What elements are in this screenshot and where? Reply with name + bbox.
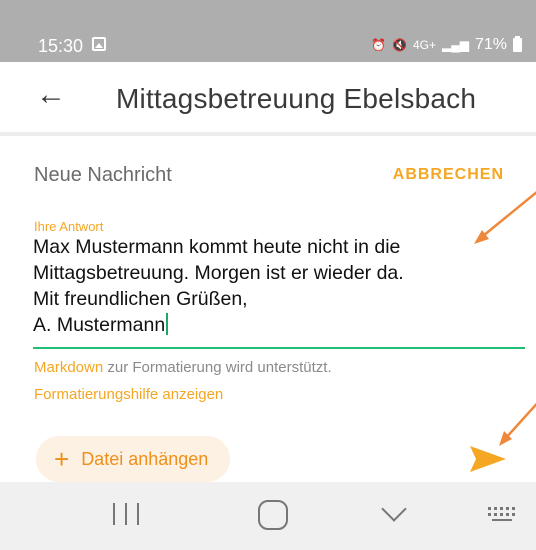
app-bar: ← Mittagsbetreuung Ebelsbach [0,62,536,136]
text-caret [166,313,168,335]
send-icon[interactable] [468,443,508,475]
mute-icon: 🔇 [392,38,407,52]
battery-percent: 71% [474,36,507,53]
keyboard-icon[interactable] [484,502,520,526]
home-icon[interactable] [258,500,288,530]
reply-line: Max Mustermann kommt heute nicht in die [33,236,401,258]
alarm-icon: ⏰ [371,38,387,52]
battery-icon [513,36,522,52]
markdown-hint: Markdown zur Formatierung wird unterstüt… [34,359,332,376]
reply-focus-underline [33,347,525,349]
back-chevron-icon[interactable] [381,496,407,522]
markdown-link[interactable]: Markdown [34,359,103,376]
status-icons: ⏰ 🔇 4G+ ▂▄▆ 71% [371,36,522,54]
reply-line: Mittagsbetreuung. Morgen ist er wieder d… [33,262,404,284]
arrow-left-icon[interactable]: ← [36,80,66,110]
status-bar: 15:30 ⏰ 🔇 4G+ ▂▄▆ 71% [0,0,536,62]
plus-icon: + [54,444,70,474]
annotation-arrow-send [499,402,536,446]
reply-line-text: A. Mustermann [33,314,166,336]
reply-line: Mit freundlichen Grüßen, [33,288,248,310]
cancel-button[interactable]: ABBRECHEN [393,166,504,184]
reply-field-label: Ihre Antwort [34,219,104,234]
markdown-hint-text: zur Formatierung wird unterstützt. [103,359,332,376]
status-time: 15:30 [38,36,84,56]
format-help-link[interactable]: Formatierungshilfe anzeigen [34,386,223,403]
network-4g-icon: 4G+ [412,38,436,52]
compose-title: Neue Nachricht [34,164,172,186]
compose-header: Neue Nachricht ABBRECHEN [34,164,504,190]
signal-icon: ▂▄▆ [442,38,469,52]
reply-line-last: A. Mustermann [33,312,513,338]
recent-apps-icon[interactable] [113,503,139,525]
page-title: Mittagsbetreuung Ebelsbach [116,83,477,114]
gallery-icon [92,37,106,51]
system-nav-bar [0,482,536,550]
reply-textarea[interactable]: Max Mustermann kommt heute nicht in die … [33,234,513,338]
attach-file-button[interactable]: + Datei anhängen [36,436,231,482]
attach-file-label: Datei anhängen [81,448,209,469]
